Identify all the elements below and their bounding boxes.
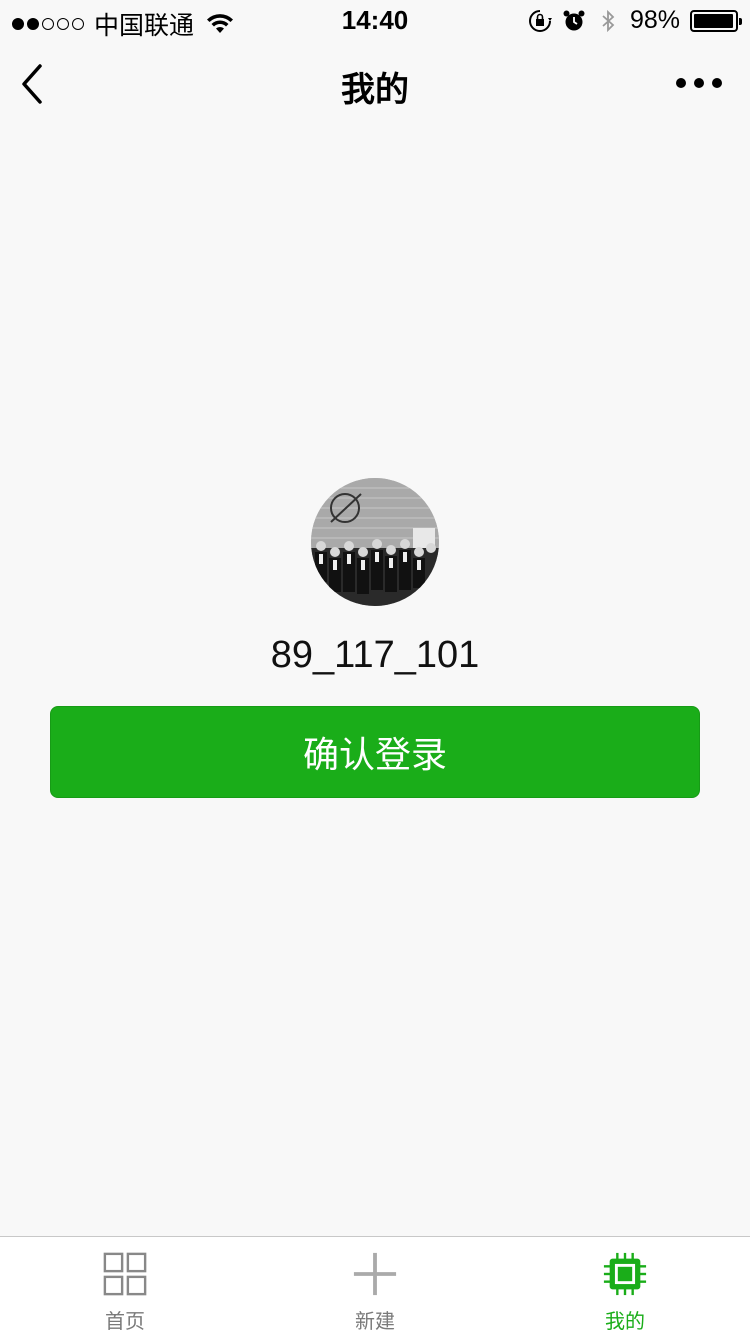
battery-percentage: 98%	[629, 6, 680, 34]
tab-new[interactable]: 新建	[250, 1237, 500, 1334]
alarm-icon	[563, 10, 585, 30]
username: 89_117_101	[270, 634, 480, 676]
tab-home[interactable]: 首页	[0, 1237, 250, 1334]
tab-bar: 首页 新建 我的	[0, 1236, 750, 1334]
rotation-lock-icon	[528, 9, 552, 32]
tab-label: 新建	[355, 1311, 395, 1333]
tab-mine[interactable]: 我的	[500, 1237, 750, 1334]
confirm-login-label: 确认登录	[302, 734, 447, 775]
status-right: 98%	[528, 6, 742, 35]
grid-icon	[103, 1252, 147, 1296]
battery-level-fill	[694, 13, 734, 28]
bluetooth-icon	[602, 9, 615, 32]
screen: 中国联通 14:40 98% 我的 89_117_101 确认登录 首页 新建 …	[0, 0, 750, 1334]
tab-label: 首页	[105, 1311, 145, 1333]
battery-icon	[690, 9, 742, 32]
avatar	[311, 478, 439, 606]
more-dots-icon[interactable]	[676, 78, 722, 88]
status-bar: 中国联通 14:40 98%	[0, 0, 750, 40]
avatar-photo	[311, 478, 439, 606]
navigation-bar: 我的	[0, 40, 750, 128]
plus-icon	[353, 1252, 397, 1296]
page-title: 我的	[341, 71, 409, 109]
chip-icon	[603, 1252, 647, 1296]
tab-label: 我的	[605, 1311, 645, 1333]
confirm-login-button[interactable]: 确认登录	[50, 706, 700, 798]
